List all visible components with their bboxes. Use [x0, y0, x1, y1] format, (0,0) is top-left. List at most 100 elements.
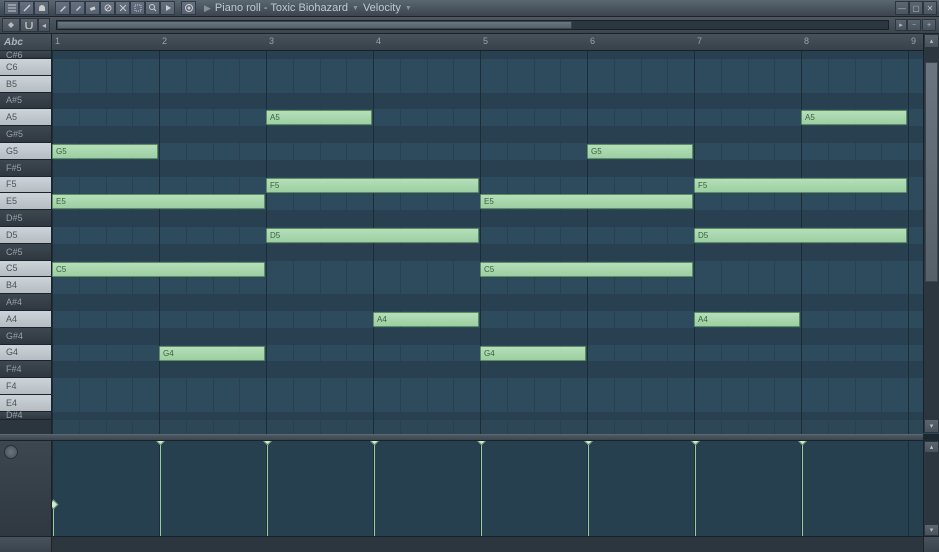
piano-key[interactable]: A#4	[0, 294, 51, 311]
velocity-handle[interactable]	[691, 441, 701, 445]
piano-key[interactable]: D#5	[0, 210, 51, 227]
menu-icon[interactable]	[4, 1, 19, 15]
midi-note[interactable]: A4	[694, 312, 800, 327]
midi-note[interactable]: G4	[480, 346, 586, 361]
note-grid[interactable]: A5A5G5G5F5F5E5E5D5D5C5C5A4A4G4G4	[52, 51, 939, 434]
midi-note[interactable]: G5	[52, 144, 158, 159]
paint-icon[interactable]	[34, 1, 49, 15]
midi-note[interactable]: C5	[480, 262, 693, 277]
velocity-bar[interactable]	[160, 441, 161, 536]
minimize-button[interactable]: —	[895, 1, 909, 15]
velocity-bar[interactable]	[267, 441, 268, 536]
midi-note[interactable]: A5	[266, 110, 372, 125]
piano-key[interactable]: F#5	[0, 160, 51, 177]
velocity-handle[interactable]	[798, 441, 808, 445]
midi-note[interactable]: G5	[587, 144, 693, 159]
zoom-in-button[interactable]: +	[922, 19, 936, 31]
piano-key[interactable]: B4	[0, 277, 51, 294]
velocity-bar[interactable]	[481, 441, 482, 536]
piano-key[interactable]: F4	[0, 378, 51, 395]
snap-icon[interactable]	[181, 1, 196, 15]
bottom-scroll-track[interactable]	[52, 537, 923, 552]
brush-icon[interactable]	[70, 1, 85, 15]
piano-key[interactable]: G#5	[0, 126, 51, 143]
velocity-vscroll[interactable]: ▴ ▾	[923, 441, 939, 536]
piano-key[interactable]: G#4	[0, 328, 51, 345]
midi-note[interactable]: F5	[694, 178, 907, 193]
piano-key[interactable]: A5	[0, 109, 51, 126]
velocity-knob[interactable]	[4, 445, 18, 459]
panel-divider[interactable]	[0, 434, 923, 441]
velocity-handle[interactable]	[52, 499, 58, 509]
chevron-down-icon[interactable]: ▼	[405, 5, 412, 12]
piano-key[interactable]: E4	[0, 395, 51, 412]
scroll-right-button[interactable]: ▸	[895, 19, 907, 31]
piano-key[interactable]: B5	[0, 76, 51, 93]
piano-key[interactable]: E5	[0, 193, 51, 210]
bar-number: 8	[804, 36, 809, 46]
grid-line	[52, 51, 53, 434]
velocity-handle[interactable]	[156, 441, 166, 445]
piano-key[interactable]: A4	[0, 311, 51, 328]
hscroll-thumb[interactable]	[57, 21, 572, 29]
title-param[interactable]: Velocity	[363, 2, 401, 14]
velocity-handle[interactable]	[584, 441, 594, 445]
bottom-bar	[0, 536, 939, 552]
velocity-handle[interactable]	[263, 441, 273, 445]
velocity-bar[interactable]	[802, 441, 803, 536]
midi-note[interactable]: F5	[266, 178, 479, 193]
midi-note[interactable]: C5	[52, 262, 265, 277]
velocity-bar[interactable]	[695, 441, 696, 536]
draw-icon[interactable]	[19, 1, 34, 15]
magnet-icon[interactable]	[20, 18, 38, 32]
maximize-button[interactable]: ▢	[909, 1, 923, 15]
velocity-bar[interactable]	[588, 441, 589, 536]
midi-note[interactable]: D5	[266, 228, 479, 243]
midi-note[interactable]: E5	[480, 194, 693, 209]
piano-key[interactable]: C#5	[0, 244, 51, 261]
velocity-sidebar	[0, 441, 52, 536]
piano-key[interactable]: A#5	[0, 93, 51, 110]
erase-icon[interactable]	[85, 1, 100, 15]
chevron-down-icon[interactable]: ▼	[352, 5, 359, 12]
key-header[interactable]: Abc	[0, 34, 51, 51]
timeline-ruler[interactable]: 123456789	[52, 34, 939, 51]
zoom-icon[interactable]	[145, 1, 160, 15]
title-instrument[interactable]: Toxic Biohazard	[270, 2, 348, 14]
zoom-out-button[interactable]: −	[907, 19, 921, 31]
mute-icon[interactable]	[100, 1, 115, 15]
scroll-up-button[interactable]: ▴	[924, 34, 939, 48]
scroll-left-button[interactable]: ◂	[38, 18, 50, 32]
velocity-handle[interactable]	[370, 441, 380, 445]
midi-note[interactable]: A4	[373, 312, 479, 327]
midi-note[interactable]: A5	[801, 110, 907, 125]
piano-key[interactable]: G5	[0, 143, 51, 160]
vel-scroll-up[interactable]: ▴	[924, 441, 939, 453]
piano-key[interactable]: D5	[0, 227, 51, 244]
pencil-icon[interactable]	[55, 1, 70, 15]
velocity-handle[interactable]	[477, 441, 487, 445]
slice-icon[interactable]	[115, 1, 130, 15]
piano-key[interactable]: C5	[0, 261, 51, 278]
midi-note[interactable]: E5	[52, 194, 265, 209]
piano-key[interactable]: D#4	[0, 412, 51, 420]
piano-key[interactable]: C#6	[0, 51, 51, 59]
stamp-icon[interactable]	[2, 18, 20, 32]
velocity-bar[interactable]	[53, 505, 54, 536]
select-icon[interactable]	[130, 1, 145, 15]
vertical-scrollbar[interactable]: ▴ ▾	[923, 34, 939, 433]
vel-scroll-down[interactable]: ▾	[924, 524, 939, 536]
velocity-bar[interactable]	[374, 441, 375, 536]
horizontal-scrollbar-top[interactable]	[56, 20, 889, 30]
playback-icon[interactable]	[160, 1, 175, 15]
piano-key[interactable]: F#4	[0, 361, 51, 378]
piano-key[interactable]: C6	[0, 59, 51, 76]
midi-note[interactable]: D5	[694, 228, 907, 243]
piano-key[interactable]: G4	[0, 345, 51, 362]
piano-key[interactable]: F5	[0, 177, 51, 194]
scroll-down-button[interactable]: ▾	[924, 419, 939, 433]
close-button[interactable]: ✕	[923, 1, 937, 15]
vscroll-thumb[interactable]	[925, 62, 938, 282]
midi-note[interactable]: G4	[159, 346, 265, 361]
velocity-area[interactable]	[52, 441, 923, 536]
